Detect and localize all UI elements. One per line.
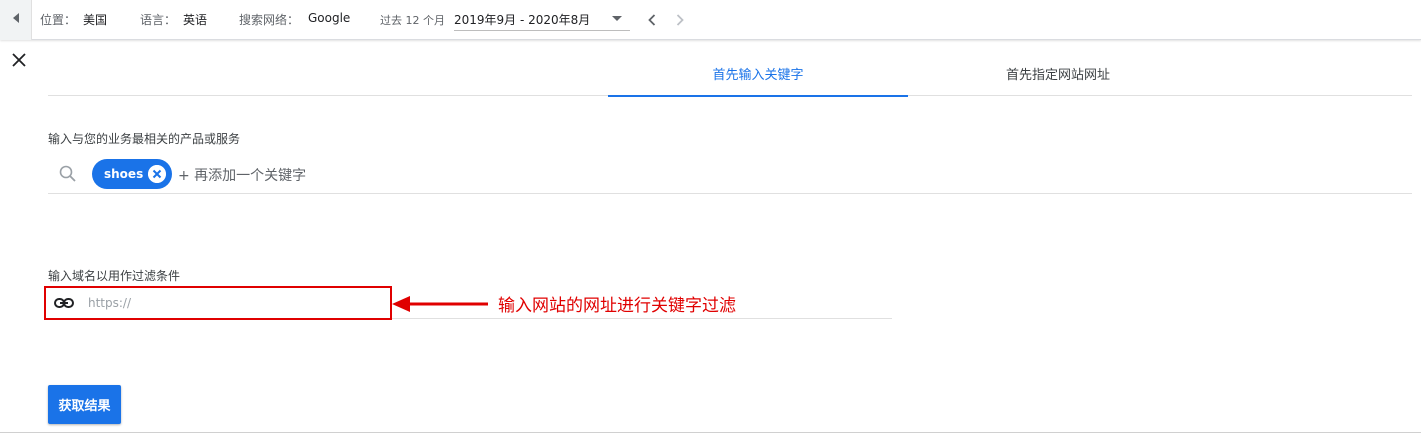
location-value[interactable]: 美国: [83, 11, 107, 28]
search-icon: [59, 165, 76, 182]
language-label: 语言：: [140, 13, 177, 27]
keywords-label: 输入与您的业务最相关的产品或服务: [48, 132, 241, 146]
dropdown-icon: [612, 16, 622, 21]
mode-tabs: 首先输入关键字 首先指定网站网址: [48, 50, 1412, 97]
domain-filter-label: 输入域名以用作过滤条件: [48, 269, 181, 283]
network-value[interactable]: Google: [308, 11, 350, 25]
annotation-highlight-box: [44, 286, 392, 320]
keywords-input-row[interactable]: shoes + 再添加一个关键字: [48, 155, 1412, 194]
date-range-select[interactable]: 2019年9月 - 2020年8月: [454, 9, 630, 31]
back-button[interactable]: [0, 0, 32, 40]
tab-enter-website[interactable]: 首先指定网站网址: [908, 50, 1208, 96]
get-results-button[interactable]: 获取结果: [48, 385, 121, 424]
add-keyword-input[interactable]: + 再添加一个关键字: [178, 165, 306, 185]
tab-enter-keywords[interactable]: 首先输入关键字: [608, 50, 908, 97]
keyword-chip[interactable]: shoes: [92, 159, 172, 189]
annotation-text: 输入网站的网址进行关键字过滤: [498, 296, 736, 316]
close-icon[interactable]: [9, 50, 29, 70]
bottom-divider: [0, 432, 1421, 433]
annotation-arrow-icon: [392, 296, 488, 312]
language-value[interactable]: 英语: [183, 11, 207, 28]
chevron-left-icon[interactable]: [642, 10, 662, 30]
filter-bar: 位置： 美国 语言： 英语 搜索网络： Google 过去 12 个月 2019…: [0, 0, 1421, 40]
period-label: 过去 12 个月: [380, 14, 445, 27]
date-range-value: 2019年9月 - 2020年8月: [454, 13, 591, 27]
chip-remove-icon[interactable]: [148, 165, 166, 183]
network-label: 搜索网络：: [239, 13, 300, 27]
keyword-chip-label: shoes: [104, 167, 144, 181]
back-icon: [12, 13, 19, 23]
location-label: 位置：: [40, 13, 77, 27]
chevron-right-icon[interactable]: [670, 10, 690, 30]
